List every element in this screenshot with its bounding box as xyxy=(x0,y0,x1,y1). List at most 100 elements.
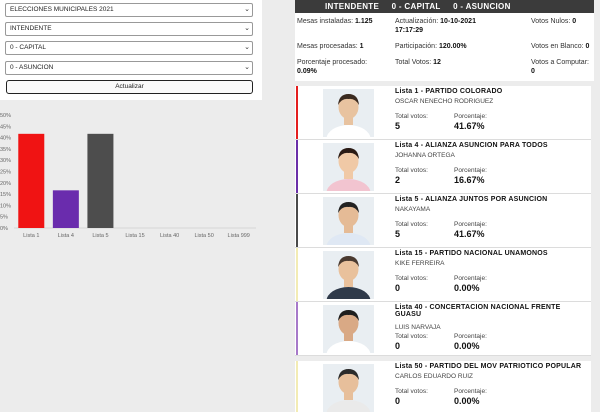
department-select[interactable]: 0 - CAPITAL ⌄ xyxy=(5,41,253,55)
percent-value: 0.00% xyxy=(454,396,480,406)
stat-value: 1 xyxy=(359,43,364,50)
total-votes-label: Total votos: xyxy=(395,167,428,174)
stat-mesas-instaladas: Mesas instaladas: 1.125 xyxy=(297,17,373,26)
chart-bar xyxy=(87,133,114,228)
results-header: INTENDENTE 0 - CAPITAL 0 - ASUNCION xyxy=(295,0,594,13)
party-color-bar xyxy=(296,248,298,302)
stat-votos-computar: Votos a Computar: 0 xyxy=(531,58,589,76)
total-votes-value: 5 xyxy=(395,121,401,131)
candidate-name: OSCAR NENECHO RODRIGUEZ xyxy=(395,98,494,105)
chevron-down-icon: ⌄ xyxy=(244,6,250,13)
total-votes-value: 0 xyxy=(395,283,401,293)
y-tick-label: 10% xyxy=(0,203,11,209)
percent-label: Porcentaje: xyxy=(454,333,487,340)
total-votes-label: Total votos: xyxy=(395,333,428,340)
stat-label: Votos Nulos: xyxy=(531,18,571,25)
department-select-value: 0 - CAPITAL xyxy=(10,44,47,51)
total-votes-value: 2 xyxy=(395,175,401,185)
x-tick-label: Lista 15 xyxy=(125,233,144,239)
percent-label: Porcentaje: xyxy=(454,388,487,395)
stat-value: 0 xyxy=(531,68,535,75)
total-votes-value: 5 xyxy=(395,229,401,239)
percent-label: Porcentaje: xyxy=(454,113,487,120)
stat-total-votos: Total Votos: 12 xyxy=(395,58,441,67)
results-chart: 0% 5% 10% 15% 20% 25% 30% 35% 40% 45% 50% Lista 1 Li… xyxy=(0,110,262,250)
y-tick-label: 0% xyxy=(0,226,8,232)
candidate-card: Lista 4 - ALIANZA ASUNCION PARA TODOS JOH… xyxy=(295,140,591,194)
percent-value: 41.67% xyxy=(454,121,485,131)
percent-label: Porcentaje: xyxy=(454,167,487,174)
x-tick-label: Lista 50 xyxy=(195,233,214,239)
candidate-photo xyxy=(323,364,374,412)
results-bar-chart: 0% 5% 10% 15% 20% 25% 30% 35% 40% 45% 50% Lista 1 Li… xyxy=(0,113,256,239)
stat-mesas-procesadas: Mesas procesadas: 1 xyxy=(297,42,364,51)
total-votes-label: Total votos: xyxy=(395,275,428,282)
stat-label: Mesas procesadas: xyxy=(297,43,358,50)
stat-label: Total Votos: xyxy=(395,59,432,66)
filters-panel: ELECCIONES MUNICIPALES 2021 ⌄ INTENDENTE… xyxy=(0,0,262,100)
candidate-name: LUIS NARVAJA xyxy=(395,324,441,331)
candidate-name: CARLOS EDUARDO RUIZ xyxy=(395,373,474,380)
stat-votos-blanco: Votos en Blanco: 0 xyxy=(531,42,589,51)
candidate-name: JOHANNA ORTEGA xyxy=(395,152,455,159)
y-tick-label: 45% xyxy=(0,124,11,130)
district-select[interactable]: 0 - ASUNCION ⌄ xyxy=(5,61,253,75)
candidate-card: Lista 5 - ALIANZA JUNTOS POR ASUNCION NAK… xyxy=(295,194,591,248)
stat-label: Actualización: xyxy=(395,18,439,25)
candidate-photo xyxy=(323,251,374,299)
candidate-photo xyxy=(323,305,374,353)
stat-actualizacion: Actualización: 10-10-2021 17:17:29 xyxy=(395,17,476,35)
party-color-bar xyxy=(296,86,298,140)
stat-label: Porcentaje procesado: xyxy=(297,59,368,66)
stats-panel: Mesas instaladas: 1.125 Actualización: 1… xyxy=(295,13,594,81)
header-office: INTENDENTE xyxy=(325,2,380,11)
election-select[interactable]: ELECCIONES MUNICIPALES 2021 ⌄ xyxy=(5,3,253,17)
percent-label: Porcentaje: xyxy=(454,221,487,228)
right-panel: INTENDENTE 0 - CAPITAL 0 - ASUNCION Mesa… xyxy=(295,0,594,412)
header-department: 0 - CAPITAL xyxy=(391,2,441,11)
stat-value: 120.00% xyxy=(438,43,467,50)
stat-participacion: Participación: 120.00% xyxy=(395,42,467,51)
stat-value: 12 xyxy=(433,59,441,66)
percent-value: 0.00% xyxy=(454,341,480,351)
candidate-photo xyxy=(323,89,374,137)
stat-votos-nulos: Votos Nulos: 0 xyxy=(531,17,576,26)
candidate-photo xyxy=(323,197,374,245)
total-votes-value: 0 xyxy=(395,341,401,351)
left-panel: ELECCIONES MUNICIPALES 2021 ⌄ INTENDENTE… xyxy=(0,0,262,412)
x-tick-label: Lista 5 xyxy=(92,233,108,239)
list-name: Lista 1 - PARTIDO COLORADO xyxy=(395,88,503,95)
y-tick-label: 25% xyxy=(0,170,11,176)
candidate-card: Lista 40 - CONCERTACION NACIONAL FRENTE … xyxy=(295,302,591,356)
update-button[interactable]: Actualizar xyxy=(6,80,253,94)
election-select-value: ELECCIONES MUNICIPALES 2021 xyxy=(10,6,114,13)
total-votes-value: 0 xyxy=(395,396,401,406)
y-tick-label: 30% xyxy=(0,158,11,164)
x-tick-label: Lista 4 xyxy=(58,233,74,239)
y-tick-label: 5% xyxy=(0,215,8,221)
stat-value: 0 xyxy=(585,43,590,50)
candidate-card: Lista 1 - PARTIDO COLORADO OSCAR NENECHO … xyxy=(295,86,591,140)
percent-label: Porcentaje: xyxy=(454,275,487,282)
list-name: Lista 4 - ALIANZA ASUNCION PARA TODOS xyxy=(395,142,548,149)
list-name: Lista 50 - PARTIDO DEL MOV PATRIOTICO PO… xyxy=(395,363,582,370)
stat-value: 1.125 xyxy=(354,18,373,25)
candidate-name: NAKAYAMA xyxy=(395,206,431,213)
stat-value: 0 xyxy=(572,18,577,25)
office-select[interactable]: INTENDENTE ⌄ xyxy=(5,22,253,36)
total-votes-label: Total votos: xyxy=(395,113,428,120)
candidate-photo xyxy=(323,143,374,191)
stat-label: Participación: xyxy=(395,43,438,50)
stat-label: Votos a Computar: xyxy=(531,59,589,66)
list-name: Lista 15 - PARTIDO NACIONAL UNAMONOS xyxy=(395,250,548,257)
y-tick-label: 20% xyxy=(0,181,11,187)
card-divider xyxy=(295,355,591,356)
party-color-bar xyxy=(296,194,298,248)
chart-bar xyxy=(52,190,79,228)
candidate-card: Lista 50 - PARTIDO DEL MOV PATRIOTICO PO… xyxy=(295,361,591,412)
chevron-down-icon: ⌄ xyxy=(244,25,250,32)
stat-value: 10-10-2021 xyxy=(440,18,476,25)
y-tick-label: 50% xyxy=(0,113,11,119)
header-district: 0 - ASUNCION xyxy=(453,2,511,11)
candidate-name: KIKE FERREIRA xyxy=(395,260,445,267)
